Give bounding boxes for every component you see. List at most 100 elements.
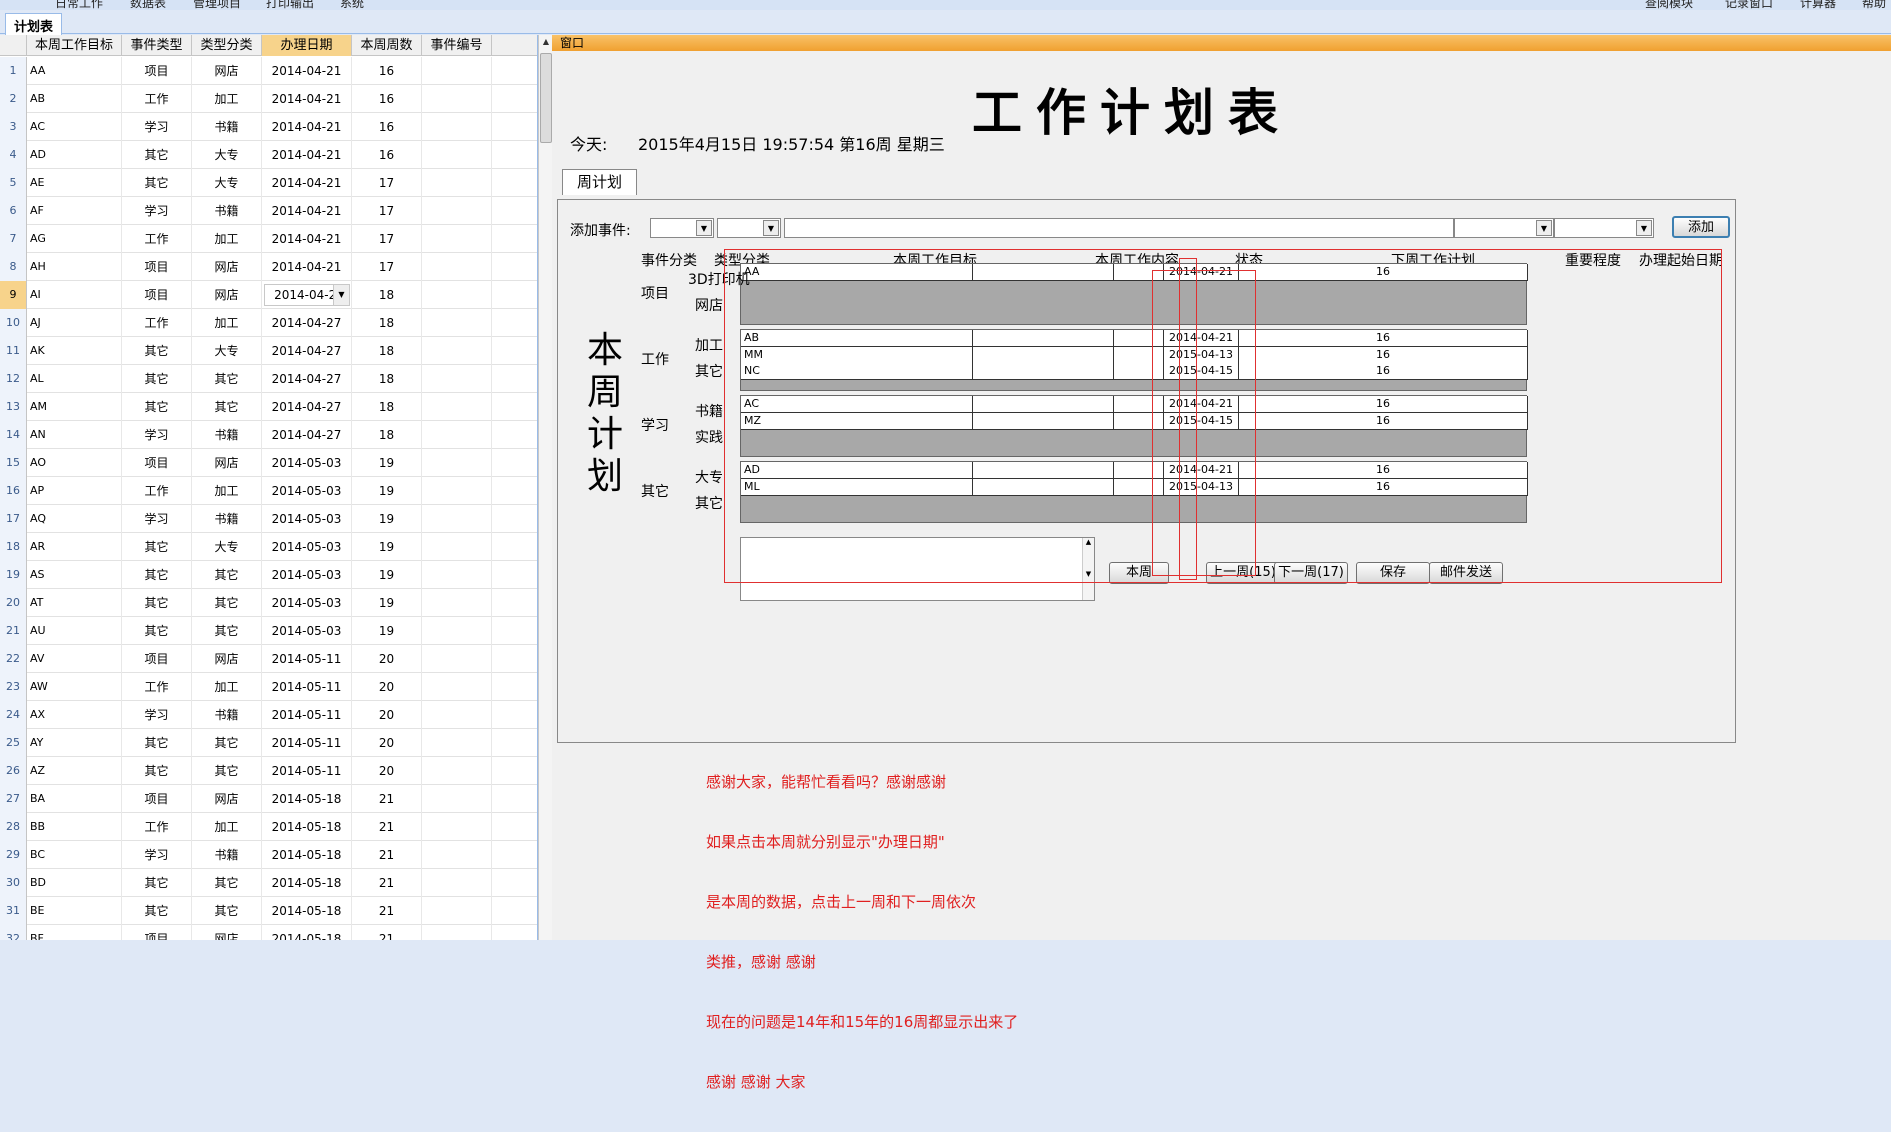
cell-category[interactable]: 书籍 [192, 113, 262, 141]
cell-event-no[interactable] [422, 449, 492, 477]
cell-event-no[interactable] [422, 197, 492, 225]
cell-empty[interactable] [492, 561, 537, 589]
cell-event-type[interactable]: 项目 [122, 785, 192, 813]
col-header-event-no[interactable]: 事件编号 [422, 35, 492, 56]
cell-empty[interactable] [492, 841, 537, 869]
table-row[interactable]: 22 AV 项目 网店 2014-05-11 20 [0, 645, 537, 673]
cell-event-no[interactable] [422, 85, 492, 113]
table-row[interactable]: 19 AS 其它 其它 2014-05-03 19 [0, 561, 537, 589]
cell-event-type[interactable]: 其它 [122, 365, 192, 393]
menu-print[interactable]: 打印输出 [266, 0, 314, 10]
cell-week[interactable]: 17 [352, 169, 422, 197]
email-button[interactable]: 邮件发送 [1429, 562, 1503, 584]
plan-cell-goal[interactable]: AA [741, 264, 973, 281]
cell-week[interactable]: 16 [352, 113, 422, 141]
cell-week[interactable]: 18 [352, 393, 422, 421]
scroll-up-icon[interactable]: ▲ [539, 35, 553, 49]
plan-cell-content[interactable] [973, 462, 1114, 479]
cell-event-no[interactable] [422, 337, 492, 365]
cell-goal[interactable]: BC [27, 841, 122, 869]
col-header-goal[interactable]: 本周工作目标 [27, 35, 122, 56]
cell-category[interactable]: 书籍 [192, 505, 262, 533]
menu-lookup[interactable]: 查阅模块 [1645, 0, 1693, 10]
table-row[interactable]: 14 AN 学习 书籍 2014-04-27 18 [0, 421, 537, 449]
table-row[interactable]: 1 AA 项目 网店 2014-04-21 16 [0, 57, 537, 85]
cell-event-no[interactable] [422, 365, 492, 393]
cell-category[interactable]: 大专 [192, 169, 262, 197]
cell-event-no[interactable] [422, 701, 492, 729]
cell-event-no[interactable] [422, 869, 492, 897]
table-row[interactable]: 32 BF 项目 网店 2014-05-18 21 [0, 925, 537, 940]
cell-category[interactable]: 加工 [192, 477, 262, 505]
cell-event-no[interactable] [422, 505, 492, 533]
cell-empty[interactable] [492, 365, 537, 393]
cell-date[interactable]: 2014-05-11 [262, 673, 352, 701]
cell-category[interactable]: 网店 [192, 645, 262, 673]
cell-category[interactable]: 网店 [192, 253, 262, 281]
plan-cell-date[interactable]: 2015-04-15 [1164, 363, 1239, 380]
cell-empty[interactable] [492, 141, 537, 169]
cell-event-type[interactable]: 工作 [122, 85, 192, 113]
menu-datatable[interactable]: 数据表 [130, 0, 166, 10]
plan-cell-goal[interactable]: MM [741, 346, 973, 364]
importance-select[interactable]: ▼ [1554, 218, 1654, 238]
cell-event-no[interactable] [422, 533, 492, 561]
cell-category[interactable]: 网店 [192, 57, 262, 85]
plan-cell-content[interactable] [973, 412, 1114, 430]
cell-date[interactable]: 2014-04-27 [262, 393, 352, 421]
plan-cell-importance[interactable]: 16 [1239, 346, 1528, 364]
cell-category[interactable]: 书籍 [192, 701, 262, 729]
plan-cell-date[interactable]: 2014-04-21 [1164, 396, 1239, 413]
type-category-select[interactable]: ▼ [717, 218, 781, 238]
cell-goal[interactable]: AO [27, 449, 122, 477]
table-row[interactable]: 15 AO 项目 网店 2014-05-03 19 [0, 449, 537, 477]
cell-event-no[interactable] [422, 113, 492, 141]
cell-week[interactable]: 21 [352, 813, 422, 841]
plan-cell-goal[interactable]: AB [741, 330, 973, 347]
cell-event-no[interactable] [422, 617, 492, 645]
date-dropdown[interactable]: 2014-04-27 ▼ [264, 284, 350, 306]
cell-event-no[interactable] [422, 729, 492, 757]
cell-empty[interactable] [492, 449, 537, 477]
table-row[interactable]: 13 AM 其它 其它 2014-04-27 18 [0, 393, 537, 421]
memo-textarea[interactable]: ▲ ▼ [740, 537, 1095, 601]
col-header-week[interactable]: 本周周数 [352, 35, 422, 56]
cell-event-no[interactable] [422, 561, 492, 589]
plan-cell-status[interactable] [1114, 478, 1164, 496]
cell-week[interactable]: 20 [352, 757, 422, 785]
cell-date[interactable]: 2014-05-03 [262, 477, 352, 505]
cell-category[interactable]: 加工 [192, 85, 262, 113]
plan-row[interactable]: MM 2015-04-13 16 [741, 346, 1528, 364]
plan-cell-goal[interactable]: AC [741, 396, 973, 413]
plan-row[interactable]: AD 2014-04-21 16 [741, 462, 1528, 479]
cell-week[interactable]: 21 [352, 785, 422, 813]
cell-empty[interactable] [492, 421, 537, 449]
table-row[interactable]: 11 AK 其它 大专 2014-04-27 18 [0, 337, 537, 365]
plan-cell-date[interactable]: 2014-04-21 [1164, 330, 1239, 347]
cell-goal[interactable]: AL [27, 365, 122, 393]
plan-cell-status[interactable] [1114, 346, 1164, 364]
cell-goal[interactable]: BB [27, 813, 122, 841]
table-row[interactable]: 24 AX 学习 书籍 2014-05-11 20 [0, 701, 537, 729]
cell-event-type[interactable]: 其它 [122, 533, 192, 561]
cell-event-type[interactable]: 其它 [122, 393, 192, 421]
cell-goal[interactable]: BD [27, 869, 122, 897]
cell-category[interactable]: 网店 [192, 785, 262, 813]
cell-empty[interactable] [492, 225, 537, 253]
table-row[interactable]: 5 AE 其它 大专 2014-04-21 17 [0, 169, 537, 197]
cell-event-type[interactable]: 其它 [122, 869, 192, 897]
plan-row[interactable]: MZ 2015-04-15 16 [741, 412, 1528, 430]
cell-category[interactable]: 网店 [192, 449, 262, 477]
cell-empty[interactable] [492, 897, 537, 925]
plan-cell-date[interactable]: 2015-04-13 [1164, 478, 1239, 496]
cell-goal[interactable]: AG [27, 225, 122, 253]
cell-event-no[interactable] [422, 841, 492, 869]
cell-date[interactable]: 2014-05-18 [262, 869, 352, 897]
menu-manage[interactable]: 管理项目 [193, 0, 241, 10]
cell-goal[interactable]: AA [27, 57, 122, 85]
cell-date[interactable]: 2014-04-21 [262, 253, 352, 281]
add-button[interactable]: 添加 [1672, 216, 1730, 238]
cell-event-type[interactable]: 项目 [122, 57, 192, 85]
cell-empty[interactable] [492, 589, 537, 617]
cell-date[interactable]: 2014-04-21 [262, 113, 352, 141]
